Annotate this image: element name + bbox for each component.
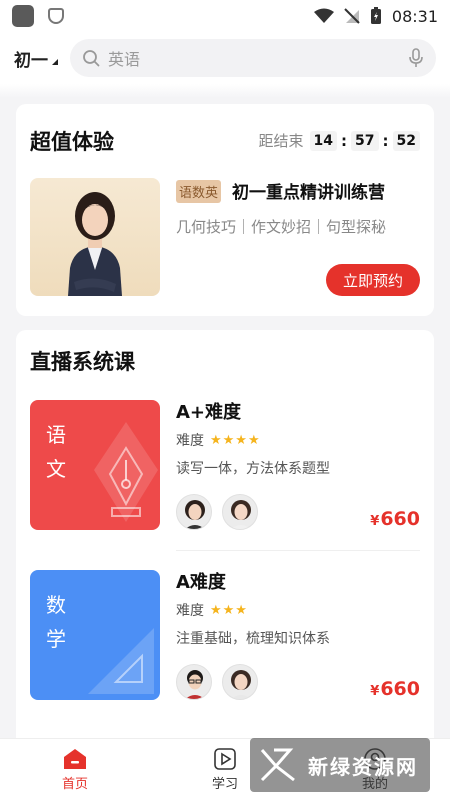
price-value: 660 xyxy=(380,508,420,530)
course-description: 注重基础，梳理知识体系 xyxy=(176,631,330,647)
teacher-illustration xyxy=(68,192,122,296)
promo-course-title[interactable]: 初一重点精讲训练营 xyxy=(232,178,422,203)
star-rating-icon: ★★★★ xyxy=(210,432,261,448)
avatar[interactable] xyxy=(176,664,212,700)
countdown-minutes: 57 xyxy=(351,130,379,151)
promo-course-subtitle: 几何技巧｜作文妙招｜句型探秘 xyxy=(176,218,387,236)
teacher-avatars xyxy=(176,494,258,530)
header-shadow xyxy=(0,84,450,98)
teacher-avatars xyxy=(176,664,258,700)
cover-subject-label: 数学 xyxy=(46,593,68,651)
course-title[interactable]: A难度 xyxy=(176,568,226,594)
promo-card: 超值体验 距结束 14 : 57 : 52 语数英 初一重点精讲训练营 几何技巧… xyxy=(16,104,434,316)
price-value: 660 xyxy=(380,678,420,700)
grade-label: 初一 xyxy=(14,50,48,71)
nav-study-label: 学习 xyxy=(211,776,238,792)
play-icon xyxy=(214,747,236,770)
clock: 08:31 xyxy=(391,6,438,26)
currency-symbol: ¥ xyxy=(370,684,380,699)
nav-home-label: 首页 xyxy=(61,776,88,792)
cover-subject-label: 语文 xyxy=(46,423,68,481)
status-icons: 08:31 xyxy=(313,6,438,26)
course-divider xyxy=(176,550,420,551)
course-cover-chinese[interactable]: 语文 xyxy=(30,400,160,530)
course-price: ¥660 xyxy=(370,678,420,700)
shield-icon xyxy=(48,8,64,24)
subject-tag: 语数英 xyxy=(176,180,222,203)
live-section-title: 直播系统课 xyxy=(30,350,135,374)
countdown-hours: 14 xyxy=(309,130,338,151)
countdown-separator: : xyxy=(382,131,389,150)
wifi-icon xyxy=(313,8,334,23)
home-icon xyxy=(64,748,86,769)
nav-home[interactable]: 首页 xyxy=(0,739,150,800)
search-icon xyxy=(83,50,100,67)
countdown: 距结束 14 : 57 : 52 xyxy=(259,130,420,151)
avatar[interactable] xyxy=(222,494,258,530)
currency-symbol: ¥ xyxy=(370,514,380,529)
top-header: 初一 英语 xyxy=(0,32,450,84)
course-price: ¥660 xyxy=(370,508,420,530)
no-signal-icon xyxy=(344,8,360,24)
course-title[interactable]: A+难度 xyxy=(176,398,241,424)
course-cover-math[interactable]: 数学 xyxy=(30,570,160,700)
promo-title: 超值体验 xyxy=(30,130,114,154)
course-difficulty: 难度 ★★★★ xyxy=(176,430,261,450)
app-notification-icon xyxy=(12,5,34,27)
live-courses-card: 直播系统课 语文 A+难度 难度 ★★★★ 读写一体，方法体系题型 ¥660 数… xyxy=(16,330,434,750)
difficulty-label: 难度 xyxy=(176,433,204,449)
grade-selector[interactable]: 初一 xyxy=(14,46,58,71)
watermark-logo xyxy=(260,748,295,782)
avatar[interactable] xyxy=(222,664,258,700)
caret-icon xyxy=(52,59,58,65)
teacher-photo[interactable] xyxy=(30,178,160,296)
difficulty-label: 难度 xyxy=(176,603,204,619)
avatar[interactable] xyxy=(176,494,212,530)
reserve-button[interactable]: 立即预约 xyxy=(326,264,420,296)
course-description: 读写一体，方法体系题型 xyxy=(176,461,330,477)
watermark: 新绿资源网 xyxy=(250,738,430,792)
search-placeholder: 英语 xyxy=(108,50,141,69)
countdown-separator: : xyxy=(341,131,348,150)
status-bar: 08:31 xyxy=(0,0,450,32)
course-difficulty: 难度 ★★★ xyxy=(176,600,248,620)
countdown-label: 距结束 xyxy=(258,132,304,150)
star-rating-icon: ★★★ xyxy=(210,602,248,618)
microphone-icon[interactable] xyxy=(408,48,424,68)
countdown-seconds: 52 xyxy=(392,130,420,151)
battery-icon xyxy=(370,7,381,24)
watermark-text: 新绿资源网 xyxy=(308,754,418,779)
search-bar[interactable]: 英语 xyxy=(70,39,436,77)
